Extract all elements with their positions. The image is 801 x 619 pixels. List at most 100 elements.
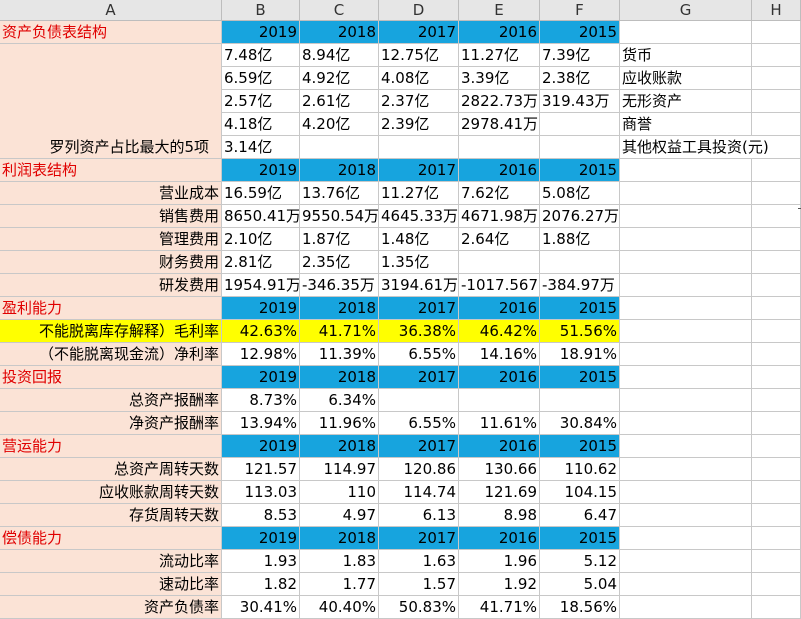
data-cell[interactable]: -384.97万: [540, 274, 620, 297]
data-cell[interactable]: 4.97: [300, 504, 379, 527]
data-cell[interactable]: 4671.98万: [459, 205, 540, 228]
year-header-cell[interactable]: 2019: [222, 527, 300, 550]
data-cell[interactable]: 2.10亿: [222, 228, 300, 251]
row-label[interactable]: 资产负债率: [0, 596, 222, 619]
data-cell[interactable]: 114.74: [379, 481, 459, 504]
year-header-cell[interactable]: 2015: [540, 366, 620, 389]
empty-cell[interactable]: [620, 366, 752, 389]
data-cell[interactable]: 4.92亿: [300, 67, 379, 90]
year-header-cell[interactable]: 2015: [540, 21, 620, 44]
column-header-f[interactable]: F: [540, 0, 620, 21]
column-header-g[interactable]: G: [620, 0, 752, 21]
empty-cell[interactable]: [620, 504, 752, 527]
data-cell[interactable]: 1.96: [459, 550, 540, 573]
year-header-cell[interactable]: 2015: [540, 435, 620, 458]
empty-cell[interactable]: [752, 320, 801, 343]
data-cell[interactable]: 46.42%: [459, 320, 540, 343]
year-header-cell[interactable]: 2018: [300, 159, 379, 182]
data-cell[interactable]: 114.97: [300, 458, 379, 481]
data-cell[interactable]: 2978.41万: [459, 113, 540, 136]
data-cell[interactable]: 121.69: [459, 481, 540, 504]
year-header-cell[interactable]: 2018: [300, 297, 379, 320]
empty-cell[interactable]: [752, 159, 801, 182]
empty-cell[interactable]: [752, 228, 801, 251]
data-cell[interactable]: 12.75亿: [379, 44, 459, 67]
data-cell[interactable]: 8.94亿: [300, 44, 379, 67]
empty-cell[interactable]: [620, 343, 752, 366]
data-cell[interactable]: 1.57: [379, 573, 459, 596]
data-cell[interactable]: 121.57: [222, 458, 300, 481]
empty-cell[interactable]: [620, 412, 752, 435]
empty-cell[interactable]: [620, 182, 752, 205]
empty-cell[interactable]: [752, 205, 801, 228]
balance-label-merged[interactable]: 罗列资产占比最大的5项: [0, 44, 222, 159]
year-header-cell[interactable]: 2018: [300, 21, 379, 44]
column-header-e[interactable]: E: [459, 0, 540, 21]
row-label[interactable]: 总资产报酬率: [0, 389, 222, 412]
data-cell[interactable]: -1017.567: [459, 274, 540, 297]
data-cell[interactable]: 1954.91万: [222, 274, 300, 297]
data-cell[interactable]: 18.56%: [540, 596, 620, 619]
data-cell[interactable]: 41.71%: [300, 320, 379, 343]
year-header-cell[interactable]: 2019: [222, 21, 300, 44]
empty-cell[interactable]: [620, 435, 752, 458]
data-cell[interactable]: 7.62亿: [459, 182, 540, 205]
year-header-cell[interactable]: 2017: [379, 297, 459, 320]
data-cell[interactable]: -346.35万: [300, 274, 379, 297]
empty-cell[interactable]: [620, 251, 752, 274]
year-header-cell[interactable]: 2018: [300, 366, 379, 389]
empty-cell[interactable]: [752, 343, 801, 366]
year-header-cell[interactable]: 2015: [540, 159, 620, 182]
empty-cell[interactable]: [752, 596, 801, 619]
data-cell[interactable]: [540, 251, 620, 274]
empty-cell[interactable]: [620, 297, 752, 320]
year-header-cell[interactable]: 2017: [379, 527, 459, 550]
year-header-cell[interactable]: 2016: [459, 21, 540, 44]
section-title-balance[interactable]: 资产负债表结构: [0, 21, 222, 44]
empty-cell[interactable]: [752, 90, 801, 113]
data-cell[interactable]: 3.14亿: [222, 136, 300, 159]
data-cell[interactable]: 50.83%: [379, 596, 459, 619]
data-cell[interactable]: [379, 136, 459, 159]
column-header-b[interactable]: B: [222, 0, 300, 21]
column-header-a[interactable]: A: [0, 0, 222, 21]
empty-cell[interactable]: [620, 205, 752, 228]
data-cell[interactable]: 110: [300, 481, 379, 504]
data-cell[interactable]: 130.66: [459, 458, 540, 481]
empty-cell[interactable]: [620, 228, 752, 251]
data-cell[interactable]: 2076.27万: [540, 205, 620, 228]
data-cell[interactable]: 2.64亿: [459, 228, 540, 251]
year-header-cell[interactable]: 2016: [459, 527, 540, 550]
data-cell[interactable]: 18.91%: [540, 343, 620, 366]
row-label[interactable]: 流动比率: [0, 550, 222, 573]
row-label[interactable]: 净资产报酬率: [0, 412, 222, 435]
data-cell[interactable]: 1.63: [379, 550, 459, 573]
empty-cell[interactable]: [752, 550, 801, 573]
data-cell[interactable]: 1.48亿: [379, 228, 459, 251]
section-title-solvency[interactable]: 偿债能力: [0, 527, 222, 550]
data-cell[interactable]: 5.08亿: [540, 182, 620, 205]
empty-cell[interactable]: [752, 44, 801, 67]
empty-cell[interactable]: [620, 21, 752, 44]
data-cell[interactable]: 5.04: [540, 573, 620, 596]
empty-cell[interactable]: [620, 596, 752, 619]
section-title-operating[interactable]: 营运能力: [0, 435, 222, 458]
data-cell[interactable]: 40.40%: [300, 596, 379, 619]
data-cell[interactable]: 110.62: [540, 458, 620, 481]
data-cell[interactable]: 11.61%: [459, 412, 540, 435]
data-cell[interactable]: 13.76亿: [300, 182, 379, 205]
year-header-cell[interactable]: 2016: [459, 366, 540, 389]
data-cell[interactable]: [459, 251, 540, 274]
empty-cell[interactable]: [752, 297, 801, 320]
empty-cell[interactable]: [752, 251, 801, 274]
data-cell[interactable]: 11.96%: [300, 412, 379, 435]
legend-cell[interactable]: 应收账款: [620, 67, 752, 90]
data-cell[interactable]: 11.27亿: [379, 182, 459, 205]
legend-cell[interactable]: 商誉: [620, 113, 752, 136]
data-cell[interactable]: 4645.33万: [379, 205, 459, 228]
data-cell[interactable]: 1.35亿: [379, 251, 459, 274]
year-header-cell[interactable]: 2018: [300, 435, 379, 458]
data-cell[interactable]: 9550.54万: [300, 205, 379, 228]
data-cell[interactable]: 8.98: [459, 504, 540, 527]
empty-cell[interactable]: [752, 573, 801, 596]
